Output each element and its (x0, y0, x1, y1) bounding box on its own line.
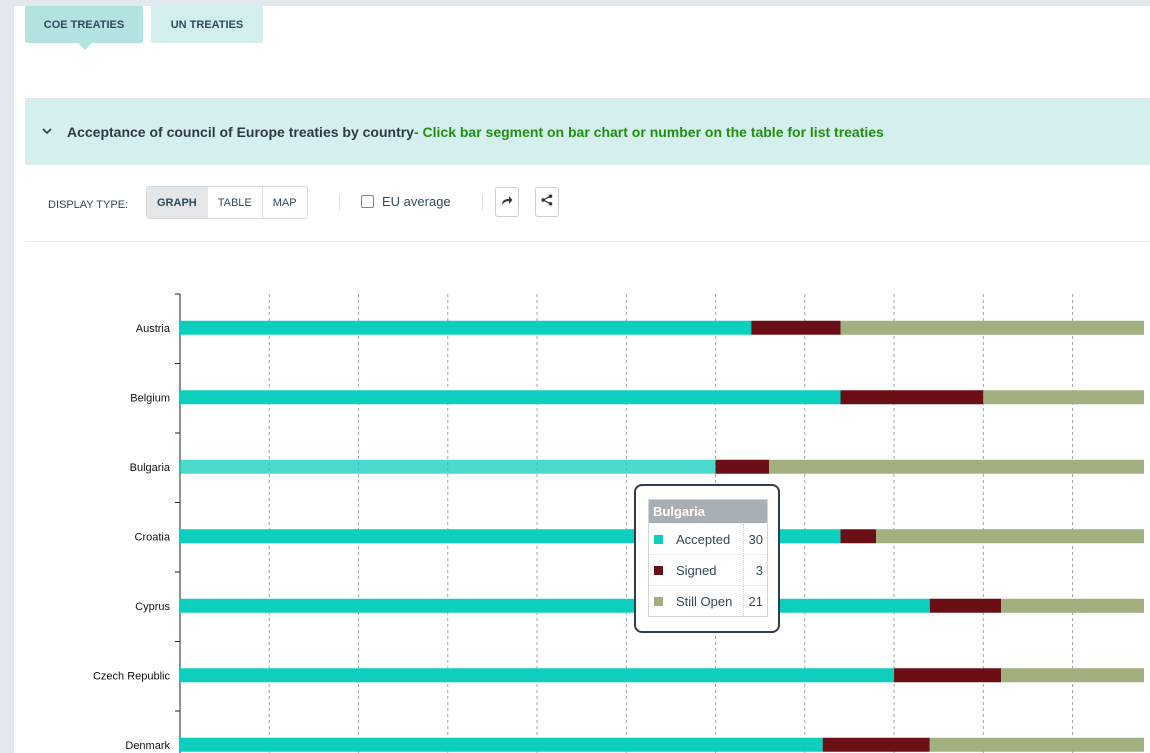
bar-still-open (769, 459, 1144, 474)
chart-tooltip: Bulgaria Accepted 30 Signed 3 Still Open… (634, 484, 780, 633)
category-label: Bulgaria (130, 462, 171, 474)
tooltip-value: 30 (743, 524, 767, 554)
tooltip-value: 3 (743, 555, 767, 585)
category-label: Belgium (130, 392, 170, 404)
bar-signed (715, 459, 770, 474)
tooltip-label: Still Open (676, 593, 733, 609)
still-open-swatch (654, 596, 663, 606)
page: COE TREATIES UN TREATIES Acceptance of c… (14, 6, 1150, 753)
bar-accepted (180, 668, 895, 683)
bar-accepted (180, 459, 716, 474)
bar-accepted (180, 390, 841, 405)
category-label: Austria (136, 323, 171, 335)
bar-signed (840, 529, 877, 544)
bar-signed (840, 390, 984, 405)
bar-signed (894, 668, 1002, 683)
bar-signed (822, 737, 930, 752)
bar-still-open (929, 737, 1144, 752)
accepted-swatch (654, 534, 663, 544)
bar-accepted (180, 737, 823, 752)
category-label: Czech Republic (93, 670, 171, 682)
signed-swatch (654, 565, 663, 575)
tooltip-row-accepted: Accepted 30 (649, 523, 767, 554)
category-label: Cyprus (135, 601, 170, 613)
bar-accepted (180, 320, 752, 335)
tooltip-title: Bulgaria (649, 500, 767, 523)
bar-accepted (180, 598, 930, 613)
bar-still-open (1001, 668, 1144, 683)
bar-still-open (983, 390, 1144, 405)
bar-signed (751, 320, 841, 335)
tooltip-row-signed: Signed 3 (649, 554, 767, 585)
category-label: Denmark (125, 740, 170, 752)
bar-chart: Austria Belgium Bulgaria Croatia Cyprus Czech… (93, 293, 1144, 753)
tooltip-label: Accepted (676, 531, 731, 547)
tooltip-row-still-open: Still Open 21 (649, 585, 767, 616)
tooltip-value: 21 (743, 586, 767, 616)
bar-signed (929, 598, 1002, 613)
bar-still-open (876, 529, 1144, 544)
tooltip-label: Signed (676, 562, 717, 578)
tooltip-table: Bulgaria Accepted 30 Signed 3 Still Open… (648, 499, 768, 617)
bar-still-open (840, 320, 1144, 335)
bar-still-open (1001, 598, 1144, 613)
category-label: Croatia (135, 531, 171, 543)
